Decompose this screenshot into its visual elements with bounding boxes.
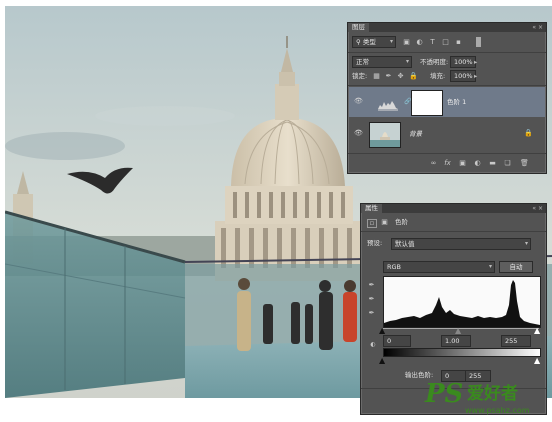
output-levels-gradient	[383, 348, 541, 357]
shape-filter-icon[interactable]: □	[442, 39, 449, 46]
layer-mask-thumb[interactable]	[411, 90, 443, 116]
fx-icon[interactable]: fx	[444, 160, 451, 167]
input-white-slider[interactable]: ▲	[534, 327, 540, 335]
lock-position-icon[interactable]: ✥	[397, 73, 404, 80]
filter-toggle-icon[interactable]	[476, 37, 481, 47]
input-black-slider[interactable]: ▲	[379, 327, 385, 335]
layers-panel: 图层 « × ⚲ 类型 ▣ ◐ T □ ▪ 正常 不透明度: 100% ▸ 锁定…	[347, 22, 547, 174]
adjustment-filter-icon[interactable]: ◐	[416, 39, 423, 46]
auto-button[interactable]: 自动	[499, 261, 533, 273]
smart-object-filter-icon[interactable]: ▪	[455, 39, 462, 46]
lock-transparent-icon[interactable]: ▦	[373, 73, 380, 80]
opacity-input[interactable]: 100%	[450, 56, 476, 68]
new-group-folder-icon[interactable]: ▬	[489, 160, 496, 167]
visibility-eye-icon[interactable]: 👁	[354, 98, 363, 105]
input-gamma-field[interactable]: 1.00	[441, 335, 471, 347]
layers-panel-titlebar[interactable]: 图层 « ×	[348, 23, 546, 32]
pixel-filter-icon[interactable]: ▣	[403, 39, 410, 46]
fill-dropdown-icon[interactable]: ▸	[474, 71, 477, 81]
properties-panel-titlebar[interactable]: 属性 « ×	[361, 204, 546, 213]
background-layer-thumb	[369, 122, 401, 148]
mask-mode-icon[interactable]: ▣	[381, 219, 388, 226]
preset-label: 预设:	[367, 239, 383, 247]
output-black-slider[interactable]: ▲	[379, 357, 385, 365]
separator	[348, 153, 546, 154]
search-icon: ⚲	[356, 38, 361, 46]
black-point-eyedropper-icon[interactable]: ✒	[368, 282, 375, 289]
input-black-field[interactable]: 0	[383, 335, 411, 347]
close-icon[interactable]: ×	[538, 205, 543, 212]
layer-lock-icon: 🔒	[524, 129, 533, 137]
fill-input[interactable]: 100%	[450, 70, 476, 82]
levels-histogram	[383, 276, 541, 328]
layer-filter-select[interactable]: ⚲ 类型	[352, 36, 396, 48]
lock-paint-icon[interactable]: ✒	[385, 73, 392, 80]
separator	[348, 85, 546, 86]
lock-label: 锁定:	[352, 72, 368, 80]
new-adjustment-icon[interactable]: ◐	[474, 160, 481, 167]
gray-point-eyedropper-icon[interactable]: ✒	[368, 296, 375, 303]
lock-all-icon[interactable]: 🔒	[409, 73, 418, 80]
new-layer-icon[interactable]: ❏	[504, 160, 511, 167]
calculate-auto-icon[interactable]: ◐	[367, 341, 379, 348]
levels-adjustment-thumb	[373, 90, 403, 116]
watermark-brand-large: PS	[425, 379, 464, 409]
visibility-eye-icon[interactable]: 👁	[354, 130, 363, 137]
separator	[348, 52, 546, 53]
opacity-dropdown-icon[interactable]: ▸	[474, 57, 477, 67]
close-icon[interactable]: ×	[538, 24, 543, 31]
delete-trash-icon[interactable]: 🗑	[520, 160, 529, 167]
add-mask-icon[interactable]: ▣	[459, 160, 466, 167]
layer-name-levels[interactable]: 色阶 1	[447, 87, 466, 117]
levels-icon: ▫	[367, 219, 377, 228]
layer-row-background[interactable]: 👁 背景 🔒	[349, 119, 545, 149]
opacity-label: 不透明度:	[420, 58, 449, 66]
input-gamma-slider[interactable]: ▲	[455, 327, 461, 335]
background-thumbnail-image	[370, 123, 400, 147]
tab-properties[interactable]: 属性	[361, 204, 382, 213]
channel-select[interactable]: RGB	[383, 261, 495, 273]
tab-layers[interactable]: 图层	[348, 23, 369, 32]
layer-name-background[interactable]: 背景	[409, 119, 422, 149]
separator	[361, 231, 546, 232]
output-white-slider[interactable]: ▲	[534, 357, 540, 365]
watermark-brand-cn: 爱好者	[467, 384, 518, 404]
white-point-eyedropper-icon[interactable]: ✒	[368, 310, 375, 317]
preset-select[interactable]: 默认值	[391, 238, 531, 250]
chain-link-icon[interactable]: 🔗	[404, 98, 411, 105]
link-layers-icon[interactable]: ∞	[430, 160, 437, 167]
collapse-icon[interactable]: «	[532, 205, 536, 212]
levels-histogram-icon	[378, 101, 398, 111]
filter-kind-value: 类型	[362, 38, 376, 46]
adjustment-title: 色阶	[395, 218, 408, 226]
fill-label: 填充:	[430, 72, 446, 80]
input-white-field[interactable]: 255	[501, 335, 531, 347]
psahz-watermark: PS 爱好者 www.psahz.com	[425, 380, 550, 418]
layer-row-levels[interactable]: 👁 🔗 色阶 1	[349, 87, 545, 117]
blend-mode-select[interactable]: 正常	[352, 56, 412, 68]
collapse-icon[interactable]: «	[532, 24, 536, 31]
histogram-graph	[384, 280, 540, 327]
watermark-url: www.psahz.com	[465, 406, 530, 415]
type-filter-icon[interactable]: T	[429, 39, 436, 46]
